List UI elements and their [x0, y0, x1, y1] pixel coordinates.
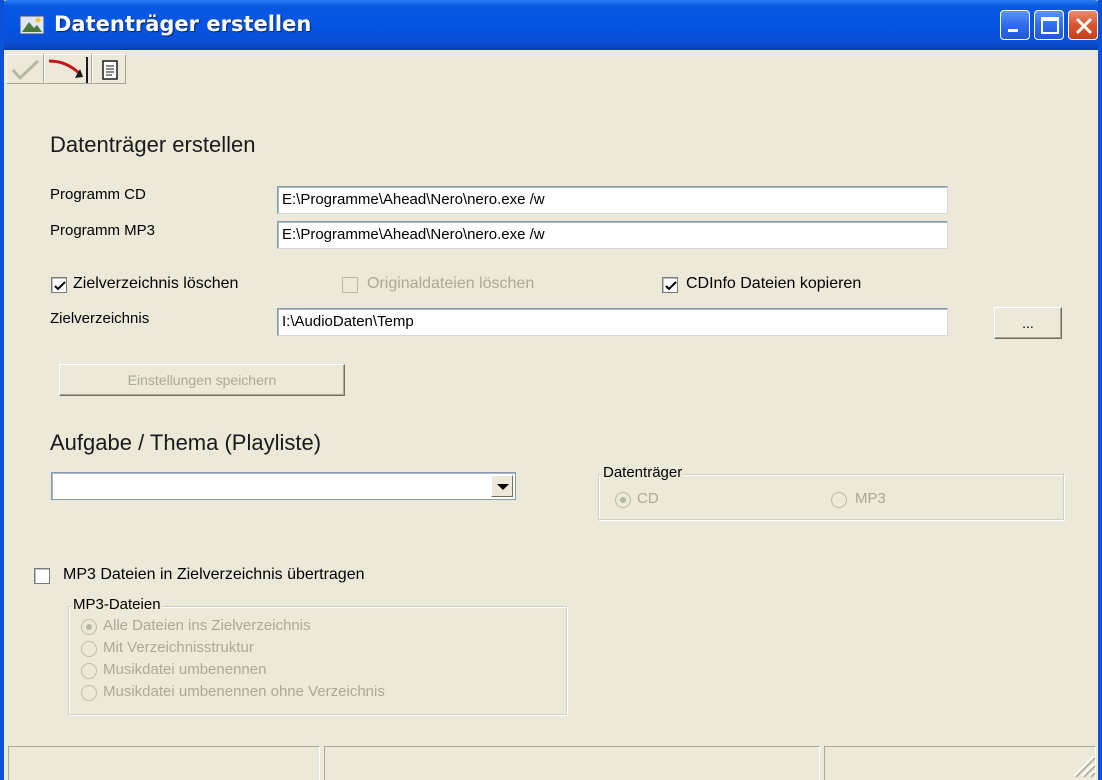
radio-dir-structure-label: Mit Verzeichnisstruktur — [103, 639, 254, 656]
confirm-button[interactable] — [6, 54, 44, 84]
notes-button[interactable] — [92, 54, 126, 84]
copy-cdinfo-checkbox[interactable] — [662, 277, 678, 293]
status-bar — [4, 742, 1098, 780]
delete-target-label: Zielverzeichnis löschen — [73, 275, 239, 292]
combobox-dropdown-button[interactable] — [491, 475, 513, 497]
target-dir-label: Zielverzeichnis — [50, 310, 150, 327]
minimize-icon — [1008, 29, 1018, 32]
task-combobox[interactable] — [51, 472, 516, 500]
program-cd-label: Programm CD — [50, 186, 146, 203]
transfer-mp3-checkbox[interactable] — [34, 568, 50, 584]
radio-all-files[interactable] — [81, 619, 97, 635]
document-icon — [102, 60, 118, 80]
delete-target-checkbox[interactable] — [51, 277, 67, 293]
checkmark-icon — [665, 281, 677, 291]
program-mp3-label: Programm MP3 — [50, 222, 156, 239]
title-bar[interactable]: Datenträger erstellen — [4, 0, 1098, 50]
radio-rename[interactable] — [81, 663, 97, 679]
browse-button[interactable]: ... — [994, 307, 1062, 339]
close-button[interactable] — [1068, 10, 1098, 40]
task-heading: Aufgabe / Thema (Playliste) — [50, 430, 322, 455]
radio-mp3-label: MP3 — [855, 490, 886, 507]
app-icon — [19, 14, 45, 36]
maximize-icon — [1041, 17, 1059, 34]
medium-groupbox-legend: Datenträger — [601, 464, 685, 481]
mp3-files-groupbox: MP3-Dateien Alle Dateien ins Zielverzeic… — [68, 596, 567, 715]
mp3-files-groupbox-legend: MP3-Dateien — [71, 596, 163, 613]
app-window: Datenträger erstellen Datenträger erstel… — [0, 0, 1102, 780]
delete-originals-label: Originaldateien löschen — [367, 275, 535, 292]
toolbar — [4, 50, 1098, 88]
transfer-mp3-label: MP3 Dateien in Zielverzeichnis übertrage… — [63, 566, 365, 583]
radio-mp3[interactable] — [831, 492, 847, 508]
program-cd-input[interactable]: E:\Programme\Ahead\Nero\nero.exe /w — [277, 186, 948, 214]
arrow-run-icon — [48, 57, 88, 83]
status-panel-2 — [324, 746, 820, 780]
checkmark-icon — [11, 59, 40, 81]
status-panel-3 — [824, 746, 1096, 780]
checkmark-icon — [54, 281, 66, 291]
resize-grip-icon[interactable] — [1068, 750, 1096, 778]
target-dir-input[interactable]: I:\AudioDaten\Temp — [277, 308, 948, 336]
delete-originals-checkbox[interactable] — [342, 277, 358, 293]
close-icon — [1075, 17, 1093, 35]
radio-cd-label: CD — [637, 490, 659, 507]
medium-groupbox: Datenträger CD MP3 — [598, 464, 1064, 520]
window-title: Datenträger erstellen — [54, 12, 312, 36]
radio-rename-no-dir-label: Musikdatei umbenennen ohne Verzeichnis — [103, 683, 385, 700]
run-button[interactable] — [44, 54, 92, 84]
save-settings-button[interactable]: Einstellungen speichern — [59, 364, 345, 396]
radio-dir-structure[interactable] — [81, 641, 97, 657]
minimize-button[interactable] — [1000, 10, 1030, 40]
program-mp3-input[interactable]: E:\Programme\Ahead\Nero\nero.exe /w — [277, 221, 948, 249]
status-panel-1 — [8, 746, 320, 780]
radio-cd[interactable] — [615, 492, 631, 508]
section-heading: Datenträger erstellen — [50, 132, 256, 157]
radio-rename-label: Musikdatei umbenennen — [103, 661, 267, 678]
radio-rename-no-dir[interactable] — [81, 685, 97, 701]
copy-cdinfo-label: CDInfo Dateien kopieren — [686, 275, 862, 292]
chevron-down-icon — [497, 484, 509, 490]
maximize-button[interactable] — [1034, 10, 1064, 40]
radio-all-files-label: Alle Dateien ins Zielverzeichnis — [103, 617, 311, 634]
